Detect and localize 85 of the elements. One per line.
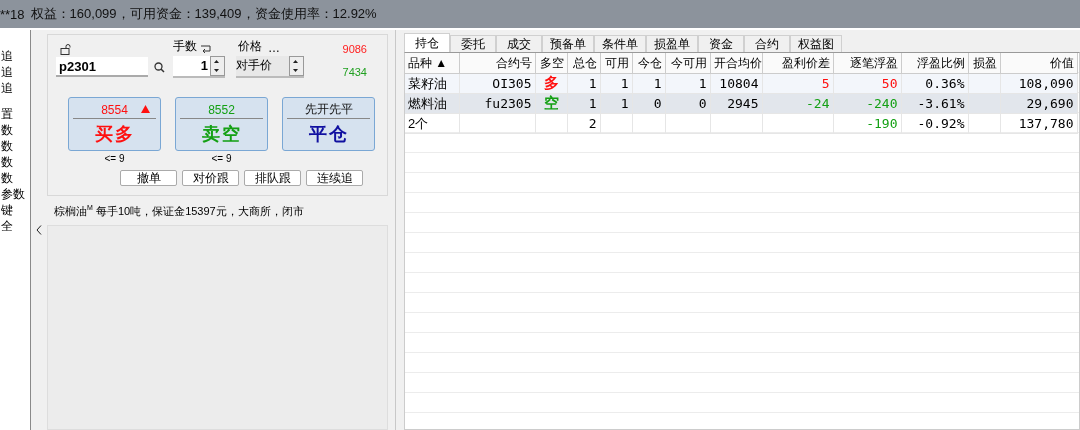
more-button[interactable]: … <box>268 41 280 55</box>
tab[interactable]: 合约 <box>744 35 790 52</box>
return-icon[interactable] <box>200 45 211 55</box>
tab[interactable]: 损盈单 <box>646 35 698 52</box>
table-cell: 燃料油 <box>405 93 459 114</box>
table-cell: 108,090 <box>1000 73 1077 94</box>
table-cell: 50 <box>833 73 901 94</box>
table-cell: 2个 <box>405 113 459 134</box>
table-cell: 1 <box>567 73 600 94</box>
table-cell: 0 <box>665 93 710 114</box>
column-header[interactable]: 价值 <box>1000 53 1077 74</box>
table-cell: 多 <box>535 73 567 94</box>
quote-price: 9086 <box>342 43 367 55</box>
column-header[interactable]: 多空 <box>535 53 567 74</box>
tab[interactable]: 资金 <box>698 35 744 52</box>
price-label: 价格 <box>238 38 262 55</box>
order-action-button[interactable]: 连续追 <box>306 170 363 186</box>
table-cell: 0.36% <box>901 73 968 94</box>
menu-item[interactable]: 数 <box>1 122 30 138</box>
table-cell: -190 <box>833 113 901 134</box>
tab[interactable]: 条件单 <box>594 35 646 52</box>
limit-text: <= 9 <box>211 153 232 164</box>
table-cell: 0 <box>632 93 665 114</box>
table-cell: OI305 <box>459 73 535 94</box>
table-cell: 29,690 <box>1000 93 1077 114</box>
column-header[interactable]: 总仓 <box>567 53 600 74</box>
menu-item[interactable]: 数 <box>1 170 30 186</box>
price-type-spinner[interactable]: 对手价 <box>236 56 304 78</box>
table-cell: fu2305 <box>459 93 535 114</box>
table-cell: 5 <box>762 73 833 94</box>
column-header[interactable]: 开合均价 <box>710 53 762 74</box>
tab[interactable]: 预备单 <box>542 35 594 52</box>
up-triangle-icon <box>141 105 150 113</box>
column-header[interactable]: 盈利价差 <box>762 53 833 74</box>
table-cell: -240 <box>833 93 901 114</box>
account-id: **18 <box>0 6 25 22</box>
column-header[interactable]: 今可用 <box>665 53 710 74</box>
lock-icon[interactable] <box>60 44 71 55</box>
table-cell: 1 <box>665 73 710 94</box>
search-icon[interactable] <box>154 61 165 73</box>
menu-item[interactable]: 追 <box>1 64 30 80</box>
column-header[interactable]: 浮盈比例 <box>901 53 968 74</box>
menu-item[interactable]: 键 <box>1 202 30 218</box>
table-cell: 空 <box>535 93 567 114</box>
order-action-button[interactable]: 撤单 <box>120 170 177 186</box>
menu-item[interactable]: 参数 <box>1 186 30 202</box>
table-cell: -3.61% <box>901 93 968 114</box>
table-cell: 菜籽油 <box>405 73 459 94</box>
contract-info: 棕榈油$^{M}$ 每手10吨，保证金15397元，大商所，闭市 <box>53 203 305 219</box>
column-header[interactable]: 逐笔浮盈 <box>833 53 901 74</box>
order-action-button[interactable]: 对价跟 <box>182 170 239 186</box>
limit-text: <= 9 <box>104 153 125 164</box>
tab[interactable]: 持仓 <box>404 33 450 52</box>
table-cell: 1 <box>600 93 632 114</box>
column-header[interactable]: 今仓 <box>632 53 665 74</box>
menu-item[interactable]: 置 <box>1 106 30 122</box>
tab[interactable]: 权益图 <box>790 35 842 52</box>
table-cell: 1 <box>632 73 665 94</box>
menu-item[interactable]: 追 <box>1 80 30 96</box>
table-cell: 1 <box>567 93 600 114</box>
column-header[interactable]: 合约号 <box>459 53 535 74</box>
account-summary: 权益：160,099，可用资金：139,409，资金使用率：12.92% <box>30 5 377 23</box>
quote-price: 7434 <box>342 66 367 78</box>
order-action-button[interactable]: 排队跟 <box>244 170 301 186</box>
menu-item[interactable]: 数 <box>1 138 30 154</box>
close-position-button[interactable]: 先开先平 平仓 <box>282 97 375 151</box>
table-cell: 1 <box>600 73 632 94</box>
column-header[interactable]: 品种 ▲ <box>405 53 459 74</box>
menu-item[interactable]: 全 <box>1 218 30 234</box>
tab[interactable]: 成交 <box>496 35 542 52</box>
table-cell: 2945 <box>710 93 762 114</box>
collapse-icon[interactable] <box>36 225 42 235</box>
lots-label: 手数 <box>173 38 197 55</box>
table-cell: 137,780 <box>1000 113 1077 134</box>
table-cell: 2 <box>567 113 600 134</box>
tab[interactable]: 委托 <box>450 35 496 52</box>
table-cell: -24 <box>762 93 833 114</box>
column-header[interactable]: 损盈 <box>968 53 1000 74</box>
contract-field[interactable]: p2301 <box>56 57 148 77</box>
table-cell: 10804 <box>710 73 762 94</box>
menu-item[interactable]: 追 <box>1 48 30 64</box>
column-header[interactable]: 可用 <box>600 53 632 74</box>
lots-spinner[interactable]: 1 <box>173 56 225 78</box>
table-cell: -0.92% <box>901 113 968 134</box>
menu-item[interactable]: 数 <box>1 154 30 170</box>
